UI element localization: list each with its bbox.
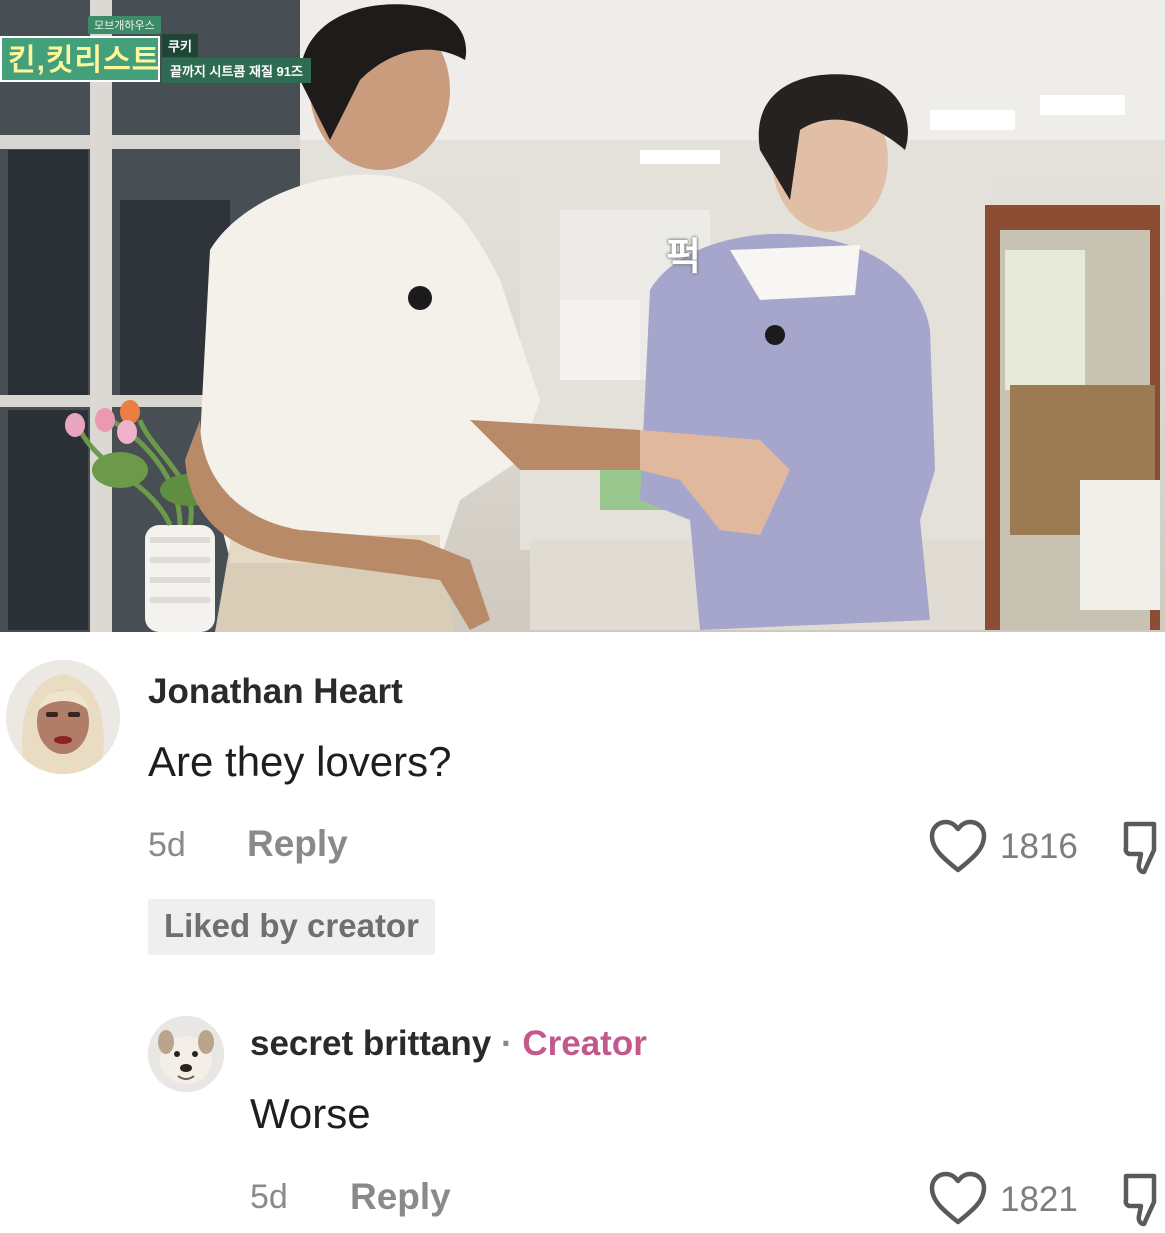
episode-caption: 끝까지 시트콤 재질 91즈	[162, 58, 311, 83]
thumbs-down-icon[interactable]	[1122, 1172, 1165, 1228]
sound-effect-caption: 퍽	[658, 236, 700, 274]
reply-button[interactable]: Reply	[350, 1176, 451, 1218]
user-avatar[interactable]	[6, 660, 120, 774]
comment-reply: secret brittany · Creator Worse 5d Reply…	[0, 1000, 1165, 1227]
comment-username: secret brittany · Creator	[250, 1024, 647, 1064]
like-count: 1821	[1000, 1180, 1078, 1219]
reply-username[interactable]: secret brittany	[250, 1024, 491, 1063]
video-frame[interactable]: 모브개하우스 킨,킷리스트 쿠키 끝까지 시트콤 재질 91즈 퍽	[0, 0, 1165, 632]
creator-label: Creator	[522, 1024, 647, 1063]
user-avatar[interactable]	[148, 1016, 224, 1092]
comment-timestamp: 5d	[250, 1178, 288, 1216]
comment-username[interactable]: Jonathan Heart	[148, 672, 403, 712]
dog-avatar-icon	[148, 1016, 224, 1092]
show-title: 킨,킷리스트	[0, 36, 160, 82]
comment-text: Worse	[250, 1090, 371, 1137]
comment: Jonathan Heart Are they lovers? 5d Reply…	[0, 632, 1165, 972]
woman-blonde-hair-avatar-icon	[6, 660, 120, 774]
heart-outline-icon[interactable]	[927, 1170, 989, 1228]
episode-name: 쿠키	[162, 34, 198, 57]
reply-button[interactable]: Reply	[247, 823, 348, 865]
thumbs-down-icon[interactable]	[1122, 820, 1165, 876]
like-count: 1816	[1000, 827, 1078, 866]
comment-text: Are they lovers?	[148, 738, 452, 785]
liked-by-creator-badge: Liked by creator	[148, 899, 435, 955]
separator-dot: ·	[500, 1024, 513, 1063]
video-scene	[0, 0, 1165, 632]
heart-outline-icon[interactable]	[927, 818, 989, 876]
comment-timestamp: 5d	[148, 826, 186, 864]
show-logo-subtitle: 모브개하우스	[88, 16, 161, 34]
